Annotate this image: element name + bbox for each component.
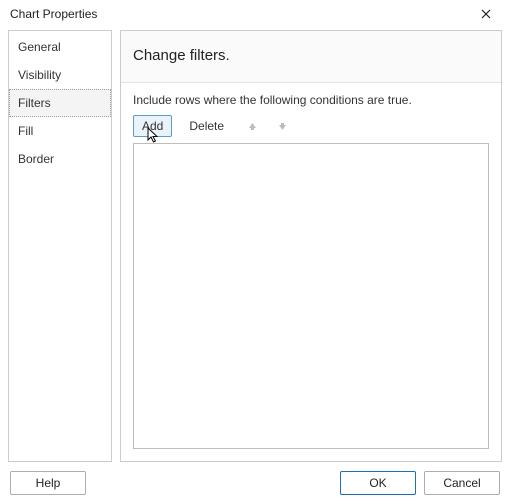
dialog-body: General Visibility Filters Fill Border C… — [0, 28, 510, 462]
sidebar-item-label: Fill — [18, 124, 33, 138]
sidebar-item-filters[interactable]: Filters — [9, 89, 111, 117]
close-button[interactable] — [470, 3, 502, 25]
sidebar-item-label: General — [18, 40, 61, 54]
arrow-up-icon — [248, 122, 257, 131]
category-sidebar: General Visibility Filters Fill Border — [8, 30, 112, 462]
add-button[interactable]: Add — [133, 115, 172, 137]
panel-content: Include rows where the following conditi… — [121, 83, 501, 461]
cancel-button[interactable]: Cancel — [424, 471, 500, 495]
panel-heading: Change filters. — [121, 31, 501, 83]
filter-conditions-list[interactable] — [133, 143, 489, 449]
dialog-title: Chart Properties — [10, 7, 470, 21]
sidebar-item-visibility[interactable]: Visibility — [9, 61, 111, 89]
sidebar-item-border[interactable]: Border — [9, 145, 111, 173]
arrow-down-icon — [278, 122, 287, 131]
sidebar-item-label: Filters — [18, 96, 51, 110]
sidebar-item-general[interactable]: General — [9, 33, 111, 61]
close-icon — [481, 9, 491, 19]
sidebar-item-fill[interactable]: Fill — [9, 117, 111, 145]
dialog-footer: Help OK Cancel — [0, 462, 510, 504]
move-down-button[interactable] — [271, 115, 293, 137]
filter-hint: Include rows where the following conditi… — [133, 93, 489, 107]
move-up-button[interactable] — [241, 115, 263, 137]
titlebar: Chart Properties — [0, 0, 510, 28]
ok-button[interactable]: OK — [340, 471, 416, 495]
sidebar-item-label: Visibility — [18, 68, 61, 82]
filter-toolbar: Add Delete — [133, 115, 489, 137]
sidebar-item-label: Border — [18, 152, 54, 166]
main-panel: Change filters. Include rows where the f… — [120, 30, 502, 462]
help-button[interactable]: Help — [10, 471, 86, 495]
delete-button[interactable]: Delete — [180, 115, 233, 137]
chart-properties-dialog: Chart Properties General Visibility Filt… — [0, 0, 510, 504]
